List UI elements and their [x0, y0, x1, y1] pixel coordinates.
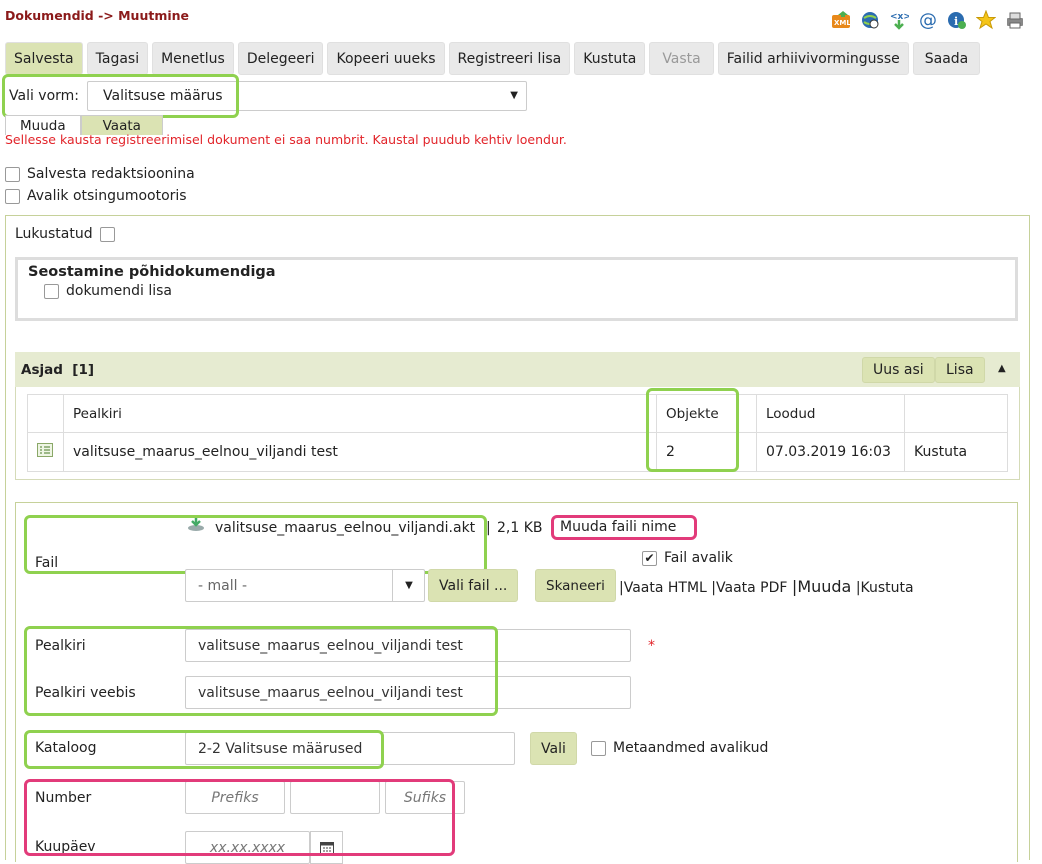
choose-file-button[interactable]: Vali fail ... [428, 569, 519, 602]
highlight-catalog [24, 730, 384, 769]
locked-row: Lukustatud [15, 226, 115, 242]
metadata-public-label: Metaandmed avalikud [613, 740, 769, 756]
dropdown-arrow-icon: ▼ [510, 90, 518, 101]
template-dropdown-arrow-icon[interactable]: ▼ [392, 569, 425, 602]
list-detail-icon[interactable] [27, 432, 64, 472]
edit-file-link[interactable]: |Muuda [792, 577, 851, 596]
public-search-row: Avalik otsingumootoris [5, 188, 187, 204]
xml-icon[interactable]: XML [830, 10, 851, 31]
highlight-number-date [24, 779, 455, 856]
new-case-button[interactable]: Uus asi [862, 357, 935, 383]
save-as-revision-row: Salvesta redaktsioonina [5, 166, 195, 182]
breadcrumb: Dokumendid -> Muutmine [5, 8, 190, 23]
highlight-file [24, 515, 487, 574]
reply-button: Vasta [649, 42, 714, 75]
case-delete-link[interactable]: Kustuta [904, 432, 1008, 472]
metadata-public-checkbox[interactable] [591, 740, 606, 756]
save-as-revision-checkbox[interactable] [5, 166, 20, 182]
document-attachment-row: dokumendi lisa [44, 283, 172, 299]
send-button[interactable]: Saada [912, 42, 981, 75]
locked-label: Lukustatud [15, 226, 93, 242]
add-case-button[interactable]: Lisa [935, 357, 985, 383]
procedure-button[interactable]: Menetlus [152, 42, 234, 75]
public-search-checkbox[interactable] [5, 188, 20, 204]
metadata-public-row: Metaandmed avalikud [591, 740, 768, 756]
cases-title: Asjad [1] [21, 362, 95, 378]
highlight-rename-file [551, 515, 697, 540]
save-button[interactable]: Salvesta [5, 42, 83, 75]
case-created-cell: 07.03.2019 16:03 [756, 432, 905, 472]
svg-text:@: @ [919, 10, 937, 30]
table-header-title[interactable]: Pealkiri [63, 394, 657, 433]
save-as-revision-label: Salvesta redaktsioonina [27, 166, 195, 182]
error-message: Sellesse kausta registreerimisel dokumen… [5, 132, 567, 147]
template-select[interactable]: - mall - [185, 569, 425, 602]
file-public-checkbox[interactable]: ✔ [642, 550, 657, 566]
table-header-created[interactable]: Loodud [756, 394, 905, 433]
collapse-up-icon[interactable]: ▲ [998, 363, 1006, 374]
document-attachment-label: dokumendi lisa [66, 283, 173, 299]
scan-button[interactable]: Skaneeri [535, 569, 616, 602]
info-icon[interactable]: i [946, 10, 967, 31]
highlight-objects-column [646, 388, 739, 472]
delegate-button[interactable]: Delegeeri [237, 42, 324, 75]
delete-file-link[interactable]: |Kustuta [856, 580, 914, 596]
register-attachment-button[interactable]: Registreeri lisa [448, 42, 571, 75]
delete-button[interactable]: Kustuta [574, 42, 646, 75]
locked-checkbox[interactable] [99, 226, 115, 242]
highlight-form-select [2, 74, 239, 118]
at-icon[interactable]: @ [917, 10, 938, 31]
document-attachment-checkbox[interactable] [44, 283, 59, 299]
globe-icon[interactable] [859, 10, 880, 31]
back-button[interactable]: Tagasi [86, 42, 149, 75]
case-title-cell[interactable]: valitsuse_maarus_eelnou_viljandi test [63, 432, 657, 472]
top-icon-bar: XML <x> @ i [830, 8, 1035, 32]
table-header-icon-col [27, 394, 64, 433]
choose-catalog-button[interactable]: Vali [530, 732, 577, 765]
view-pdf-link[interactable]: |Vaata PDF [711, 580, 787, 596]
file-size: 2,1 KB [497, 520, 543, 536]
svg-text:i: i [954, 15, 958, 28]
file-public-label: Fail avalik [664, 550, 733, 566]
link-main-document-title: Seostamine põhidokumendiga [28, 264, 276, 280]
table-header-row: Pealkiri Objekte Loodud [27, 394, 1008, 433]
printer-icon[interactable] [1004, 10, 1025, 31]
cases-count: [1] [72, 362, 95, 378]
file-public-row: ✔ Fail avalik [642, 550, 733, 566]
required-mark: * [648, 638, 655, 654]
archive-format-button[interactable]: Failid arhiivivormingusse [717, 42, 909, 75]
view-html-link[interactable]: |Vaata HTML [619, 580, 707, 596]
code-icon[interactable]: <x> [888, 10, 909, 31]
highlight-titles [24, 626, 498, 716]
svg-text:XML: XML [834, 19, 851, 27]
table-row: valitsuse_maarus_eelnou_viljandi test 2 … [27, 432, 1008, 472]
star-icon[interactable] [975, 10, 996, 31]
file-links: |Vaata HTML |Vaata PDF |Muuda |Kustuta [619, 577, 914, 596]
public-search-label: Avalik otsingumootoris [27, 188, 187, 204]
copy-as-new-button[interactable]: Kopeeri uueks [327, 42, 445, 75]
cases-table: Pealkiri Objekte Loodud valitsuse_maarus… [27, 394, 1008, 472]
table-header-actions [904, 394, 1008, 433]
toolbar: Salvesta Tagasi Menetlus Delegeeri Kopee… [5, 42, 981, 75]
